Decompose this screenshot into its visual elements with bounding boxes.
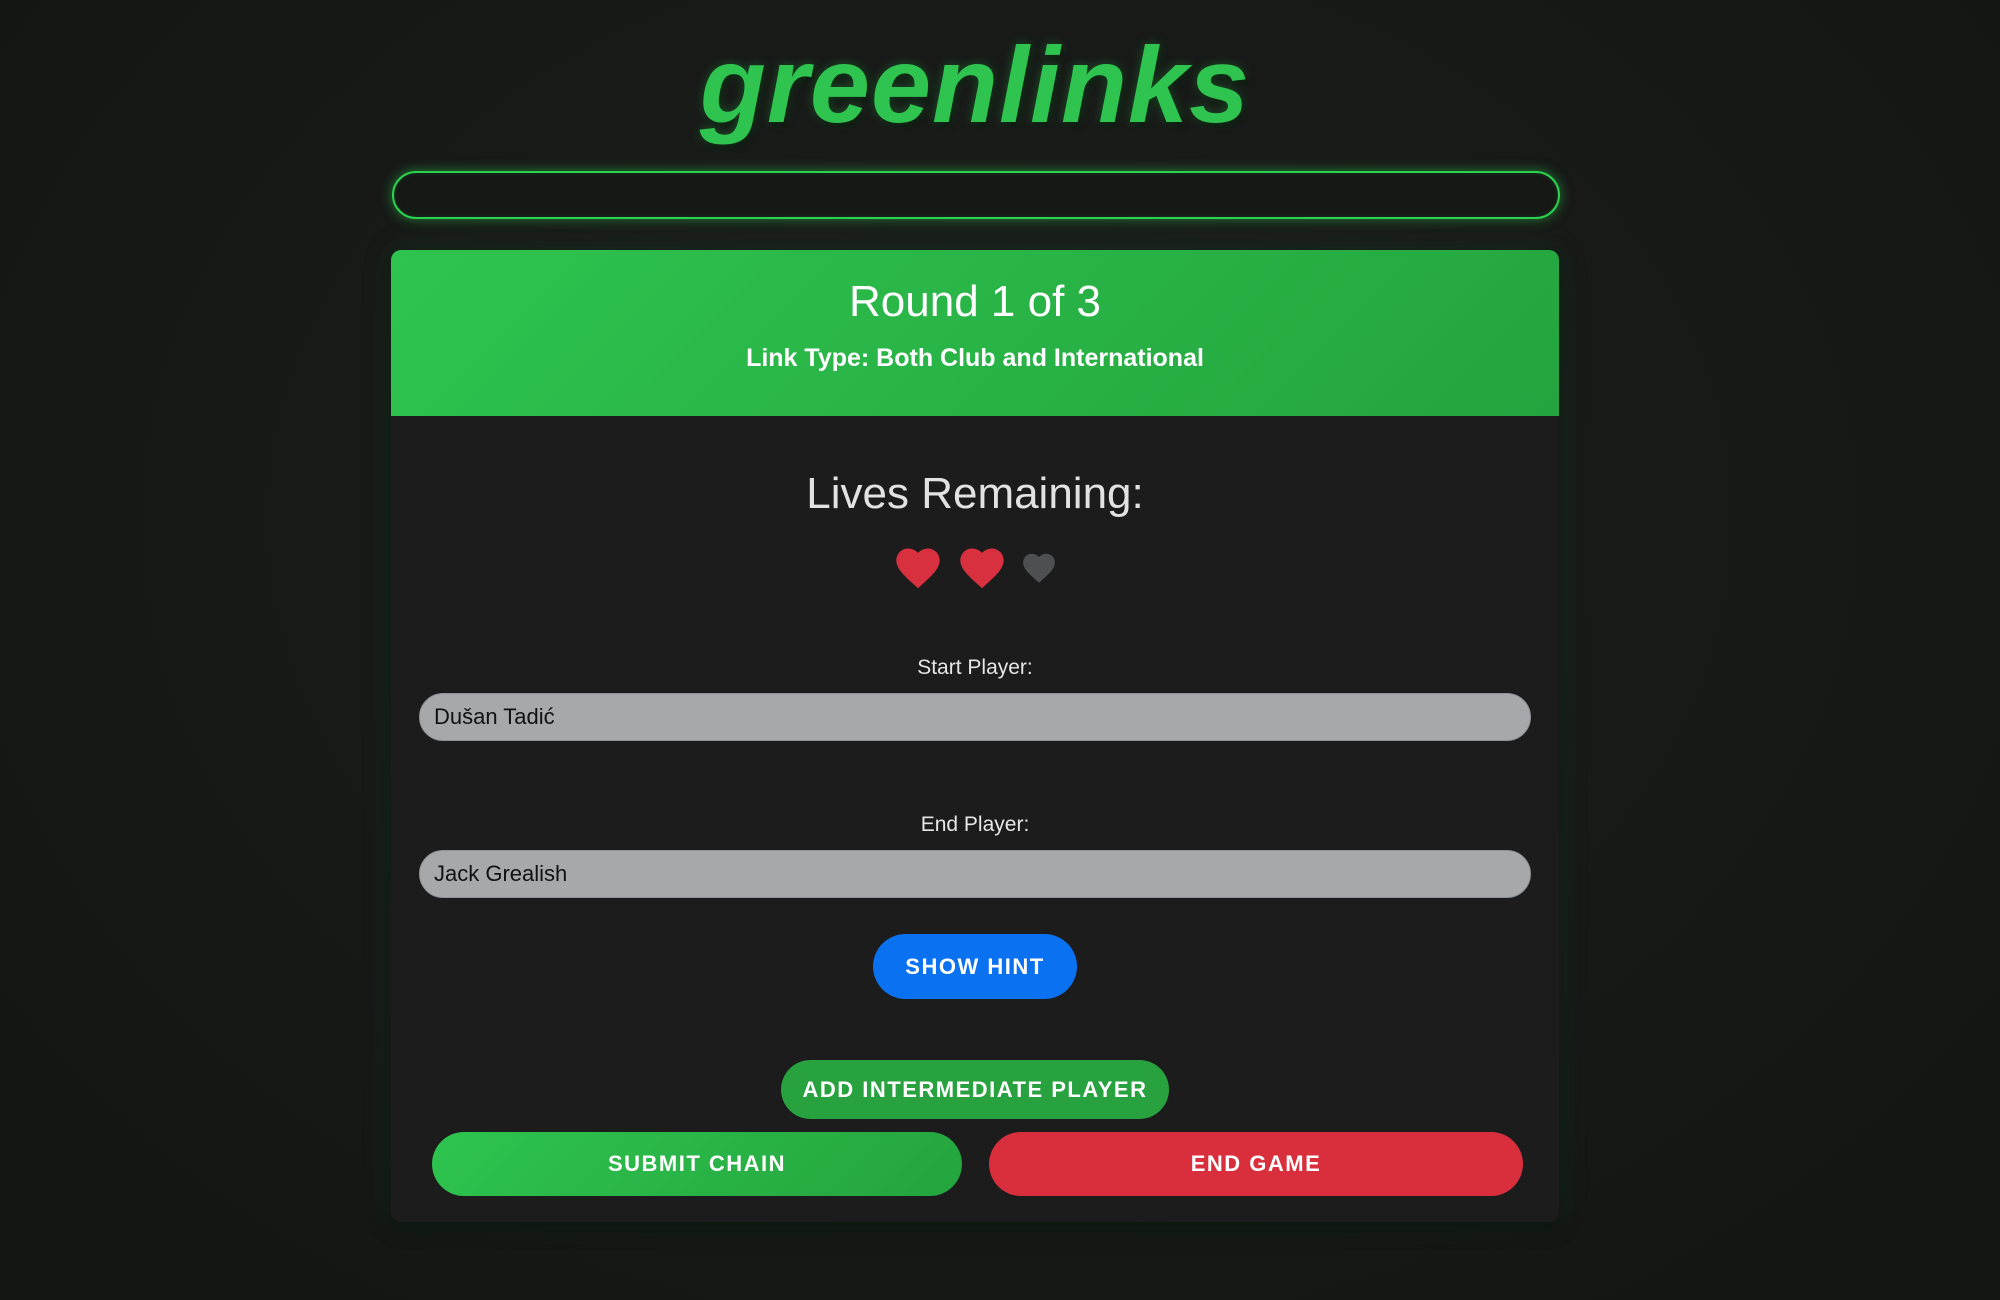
- round-progress-bar: [392, 171, 1560, 219]
- start-player-input[interactable]: [419, 693, 1531, 741]
- submit-chain-button[interactable]: SUBMIT CHAIN: [432, 1132, 962, 1196]
- game-card: Round 1 of 3 Link Type: Both Club and In…: [391, 250, 1559, 1222]
- heart-full-icon: [960, 548, 1004, 589]
- app-logo: greenlinks: [699, 24, 1251, 145]
- lives-title: Lives Remaining:: [806, 469, 1144, 518]
- add-intermediate-player-button[interactable]: ADD INTERMEDIATE PLAYER: [781, 1060, 1169, 1119]
- action-row: SUBMIT CHAIN END GAME: [432, 1132, 1523, 1196]
- lives-hearts: [391, 542, 1559, 598]
- end-player-input[interactable]: [419, 850, 1531, 898]
- start-player-label: Start Player:: [917, 656, 1033, 679]
- end-game-button[interactable]: END GAME: [989, 1132, 1523, 1196]
- heart-full-icon: [896, 548, 940, 589]
- round-title: Round 1 of 3: [849, 277, 1101, 326]
- heart-lost-icon: [1023, 553, 1055, 583]
- link-type-label: Link Type: Both Club and International: [746, 344, 1204, 372]
- round-header: Round 1 of 3 Link Type: Both Club and In…: [391, 250, 1559, 416]
- end-player-label: End Player:: [920, 813, 1030, 836]
- show-hint-button[interactable]: SHOW HINT: [873, 934, 1077, 999]
